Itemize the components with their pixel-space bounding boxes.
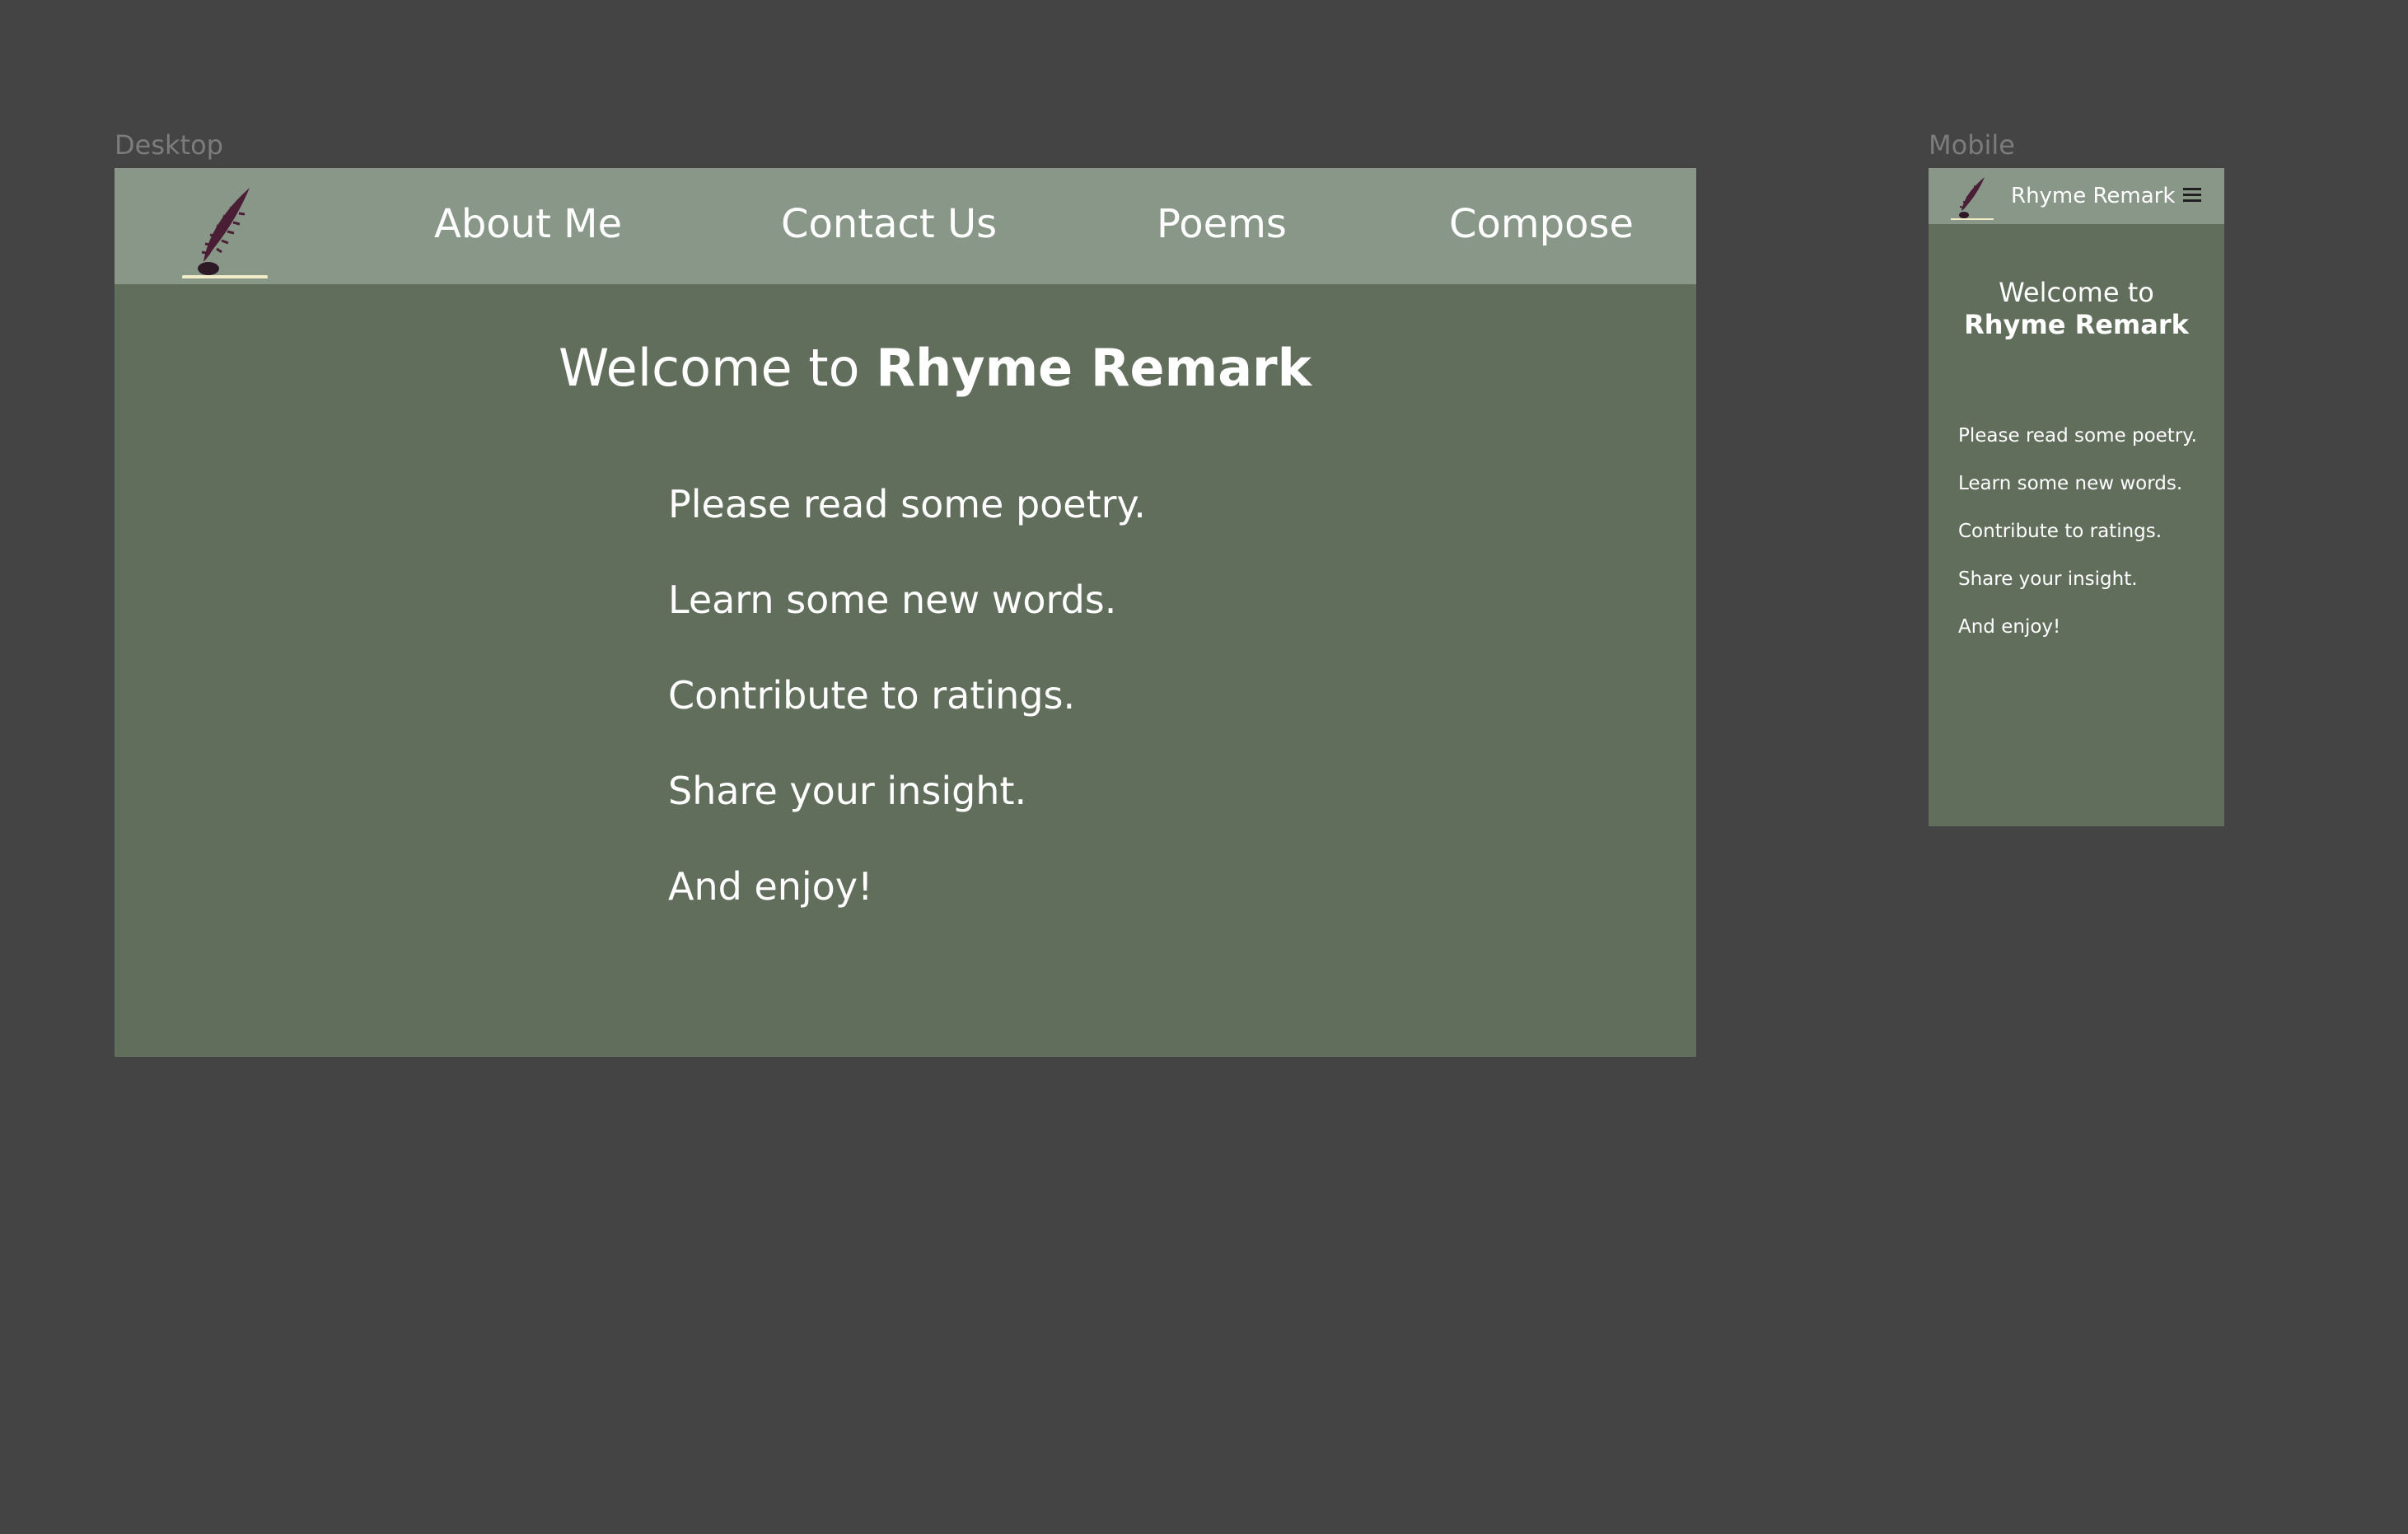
intro-line: Learn some new words. [668, 578, 1117, 622]
desktop-frame: About Me Contact Us Poems Compose Welcom… [115, 168, 1696, 1057]
intro-line: Share your insight. [668, 769, 1027, 813]
desktop-nav-bar: About Me Contact Us Poems Compose [115, 168, 1696, 284]
intro-line: And enjoy! [668, 864, 873, 909]
nav-link-about-me[interactable]: About Me [434, 201, 622, 249]
intro-line: Share your insight. [1958, 568, 2138, 590]
welcome-heading: Welcome to Rhyme Remark [559, 338, 1312, 399]
nav-link-poems[interactable]: Poems [1157, 201, 1287, 249]
intro-line: Learn some new words. [1958, 473, 2183, 494]
intro-line: And enjoy! [1958, 616, 2061, 638]
mobile-nav-bar: Rhyme Remark [1929, 168, 2224, 224]
intro-line: Contribute to ratings. [668, 673, 1076, 718]
hamburger-menu-icon[interactable] [2181, 183, 2205, 208]
intro-line: Please read some poetry. [668, 482, 1146, 526]
intro-line: Please read some poetry. [1958, 425, 2197, 447]
mobile-frame: Rhyme Remark Welcome to Rhyme Remark Ple… [1929, 168, 2224, 826]
mobile-site-title[interactable]: Rhyme Remark [2011, 184, 2175, 209]
mobile-welcome-heading: Welcome to Rhyme Remark [1929, 277, 2224, 341]
desktop-frame-label: Desktop [115, 129, 223, 161]
nav-link-contact-us[interactable]: Contact Us [781, 201, 997, 249]
welcome-prefix: Welcome to [559, 338, 860, 398]
brand-name: Rhyme Remark [1964, 309, 2189, 341]
mobile-frame-label: Mobile [1929, 129, 2015, 161]
nav-link-compose[interactable]: Compose [1449, 201, 1634, 249]
intro-line: Contribute to ratings. [1958, 521, 2163, 542]
quill-inkwell-icon[interactable] [180, 183, 269, 279]
welcome-prefix: Welcome to [1999, 277, 2154, 308]
quill-inkwell-icon[interactable] [1950, 175, 1994, 221]
brand-name: Rhyme Remark [876, 338, 1312, 398]
